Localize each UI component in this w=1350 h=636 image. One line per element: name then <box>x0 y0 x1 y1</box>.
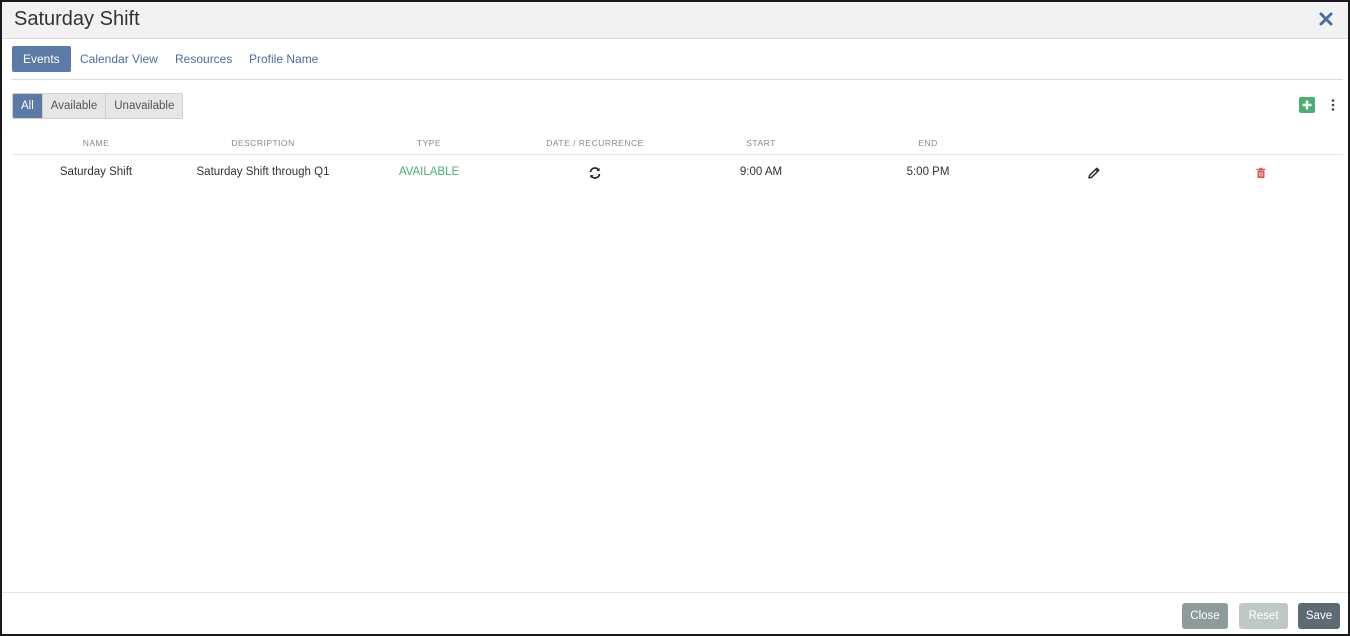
column-header-type[interactable]: TYPE <box>417 138 441 148</box>
reset-button[interactable]: Reset <box>1239 603 1288 629</box>
event-profile-modal: Saturday Shift Events Calendar View Reso… <box>0 0 1350 636</box>
cell-name: Saturday Shift <box>59 166 133 178</box>
table-header: NAME DESCRIPTION TYPE DATE / RECURRENCE … <box>12 135 1343 155</box>
modal-header: Saturday Shift <box>2 2 1348 39</box>
pencil-icon[interactable] <box>1087 166 1101 180</box>
close-button[interactable]: Close <box>1182 603 1228 629</box>
tab-resources[interactable]: Resources <box>175 46 232 72</box>
column-header-end[interactable]: END <box>918 138 937 148</box>
save-button[interactable]: Save <box>1298 603 1340 629</box>
cell-end: 5:00 PM <box>906 166 950 178</box>
recurrence-icon[interactable] <box>588 166 602 180</box>
cell-type: AVAILABLE <box>398 166 460 178</box>
filter-all-button[interactable]: All <box>13 94 43 118</box>
tab-events[interactable]: Events <box>12 46 71 72</box>
cell-start: 9:00 AM <box>739 166 783 178</box>
tab-calendar-view[interactable]: Calendar View <box>80 46 158 72</box>
plus-square-icon[interactable] <box>1299 97 1315 113</box>
footer-divider <box>2 592 1348 593</box>
table-row[interactable]: Saturday Shift Saturday Shift through Q1… <box>12 156 1343 190</box>
column-header-date-recurrence[interactable]: DATE / RECURRENCE <box>546 138 644 148</box>
close-icon[interactable] <box>1318 11 1334 27</box>
modal-title: Saturday Shift <box>14 8 140 30</box>
tabs-divider <box>12 79 1343 80</box>
filter-available-button[interactable]: Available <box>42 94 107 118</box>
cell-description: Saturday Shift through Q1 <box>196 166 330 178</box>
availability-filter: All Available Unavailable <box>12 93 184 119</box>
column-header-start[interactable]: START <box>746 138 776 148</box>
trash-icon[interactable] <box>1255 166 1267 178</box>
filter-unavailable-button[interactable]: Unavailable <box>106 94 183 118</box>
tab-profile-name[interactable]: Profile Name <box>249 46 318 72</box>
column-header-name[interactable]: NAME <box>83 138 110 148</box>
column-header-description[interactable]: DESCRIPTION <box>231 138 295 148</box>
kebab-menu-icon[interactable] <box>1329 98 1337 112</box>
